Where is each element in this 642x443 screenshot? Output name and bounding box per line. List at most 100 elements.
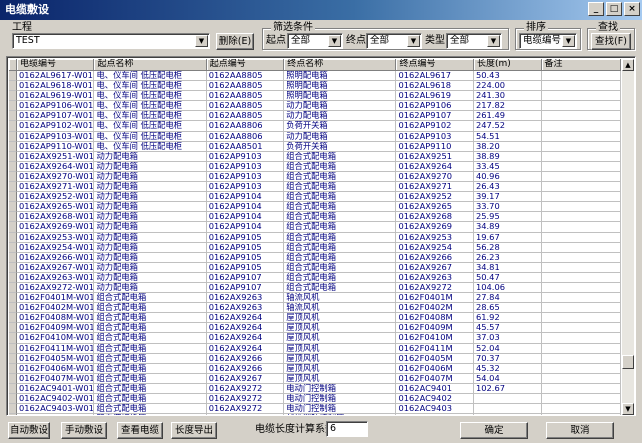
column-header[interactable]: 终点名称: [284, 59, 397, 71]
table-row[interactable]: 0162F0409M-W01 组合式配电箱 0162AX9264 屋顶风机 0162F0…: [9, 323, 621, 334]
auto-lay-button[interactable]: 自动敷设: [8, 422, 50, 439]
table-row[interactable]: 0162AP9107-W01 电、仪车间 低压配电柜 0162AA8805 动力配电箱…: [9, 111, 621, 122]
column-header[interactable]: 起点编号: [206, 59, 285, 71]
chevron-down-icon[interactable]: ▼: [195, 35, 208, 47]
coef-input[interactable]: 6: [326, 421, 368, 437]
row-selector[interactable]: [9, 182, 17, 193]
vertical-scrollbar[interactable]: ▲ ▼: [622, 59, 634, 415]
row-selector[interactable]: [9, 131, 17, 142]
table-row[interactable]: 0162AX9269-W01 动力配电箱 0162AP9104 组合式配电箱 0162A…: [9, 222, 621, 233]
scroll-down-icon[interactable]: ▼: [622, 403, 634, 415]
table-row[interactable]: 0162AP9106-W01 电、仪车间 低压配电柜 0162AA8805 动力配电箱…: [9, 101, 621, 112]
search-button[interactable]: 查找(F): [591, 33, 631, 50]
row-selector[interactable]: [9, 91, 17, 102]
scroll-up-icon[interactable]: ▲: [622, 59, 634, 71]
project-select[interactable]: TEST ▼: [12, 33, 210, 49]
row-selector[interactable]: [9, 71, 17, 82]
column-header[interactable]: 备注: [541, 59, 622, 71]
manual-lay-button[interactable]: 手动敷设: [61, 422, 107, 439]
table-row[interactable]: 0162AX9266-W01 动力配电箱 0162AP9105 组合式配电箱 0162A…: [9, 252, 621, 263]
export-length-button[interactable]: 长度导出: [171, 422, 217, 439]
table-row[interactable]: 0162AP9102-W01 电、仪车间 低压配电柜 0162AA8806 负荷开关箱…: [9, 121, 621, 132]
table-row[interactable]: 0162AL9618-W01 电、仪车间 低压配电柜 0162AA8805 照明配电箱…: [9, 81, 621, 92]
row-selector[interactable]: [9, 272, 17, 283]
table-row[interactable]: 0162AX9252-W01 动力配电箱 0162AP9104 组合式配电箱 0162A…: [9, 192, 621, 203]
chevron-down-icon[interactable]: ▼: [328, 35, 341, 47]
row-selector[interactable]: [9, 242, 17, 253]
column-header[interactable]: 电缆编号: [16, 59, 95, 71]
cable-table[interactable]: 电缆编号 起点名称 起点编号 终点名称 终点编号 长度(m) 备注 0162AL…: [6, 56, 636, 416]
row-selector[interactable]: [9, 151, 17, 162]
row-selector[interactable]: [9, 414, 17, 415]
table-row[interactable]: 0162AC9403-W01 组合式配电箱 0162AX9272 电动门控制箱 0162…: [9, 404, 621, 415]
minimize-button[interactable]: _: [588, 2, 604, 16]
table-row[interactable]: 0162AX9267-W01 动力配电箱 0162AP9105 组合式配电箱 0162A…: [9, 262, 621, 273]
table-row[interactable]: 0162AL9619-W01 电、仪车间 低压配电柜 0162AA8805 照明配电箱…: [9, 91, 621, 102]
table-row[interactable]: 0162AX9264-W01 动力配电箱 0162AP9103 组合式配电箱 0162A…: [9, 161, 621, 172]
table-row[interactable]: 0162F0407M-W01 组合式配电箱 0162AX9267 屋顶风机 0162F0…: [9, 373, 621, 384]
row-selector[interactable]: [9, 353, 17, 364]
row-selector[interactable]: [9, 252, 17, 263]
table-row[interactable]: 0162AX9253-W01 动力配电箱 0162AP9105 组合式配电箱 0162A…: [9, 232, 621, 243]
table-row[interactable]: 0162F0401M-W01 组合式配电箱 0162AX9263 轴流风机 0162F0…: [9, 293, 621, 304]
row-selector[interactable]: [9, 404, 17, 415]
row-selector[interactable]: [9, 262, 17, 273]
table-row[interactable]: 0162F0408M-W01 组合式配电箱 0162AX9264 屋顶风机 0162F0…: [9, 313, 621, 324]
cancel-button[interactable]: 取消: [546, 422, 614, 439]
row-selector[interactable]: [9, 161, 17, 172]
row-selector[interactable]: [9, 212, 17, 223]
window-titlebar[interactable]: 电缆敷设 _ □ ×: [0, 0, 642, 20]
row-selector[interactable]: [9, 303, 17, 314]
table-row[interactable]: 0162AP9110-W01 电、仪车间 低压配电柜 0162AA8501 负荷开关箱…: [9, 141, 621, 152]
row-selector[interactable]: [9, 333, 17, 344]
row-selector[interactable]: [9, 363, 17, 374]
table-row[interactable]: 0162AX9272-W01 动力配电箱 0162AP9107 组合式配电箱 0162A…: [9, 282, 621, 294]
row-selector[interactable]: [9, 202, 17, 213]
close-button[interactable]: ×: [624, 2, 640, 16]
row-selector[interactable]: [9, 192, 17, 203]
row-selector[interactable]: [9, 394, 17, 405]
row-selector[interactable]: [9, 343, 17, 354]
type-select[interactable]: 全部 ▼: [446, 33, 502, 49]
table-row[interactable]: 0162AC9402-W01 组合式配电箱 0162AX9272 电动门控制箱 0162…: [9, 394, 621, 405]
sort-select[interactable]: 电缆编号 ▼: [519, 33, 577, 49]
table-row[interactable]: 0162AX9271-W01 动力配电箱 0162AP9103 组合式配电箱 0162A…: [9, 182, 621, 193]
row-selector[interactable]: [9, 383, 17, 394]
row-selector[interactable]: [9, 81, 17, 92]
row-selector[interactable]: [9, 293, 17, 304]
row-selector[interactable]: [9, 282, 17, 294]
row-selector[interactable]: [9, 111, 17, 122]
column-header[interactable]: 长度(m): [473, 59, 542, 71]
start-select[interactable]: 全部 ▼: [287, 33, 343, 49]
chevron-down-icon[interactable]: ▼: [487, 35, 500, 47]
row-selector[interactable]: [9, 101, 17, 112]
chevron-down-icon[interactable]: ▼: [562, 35, 575, 47]
chevron-down-icon[interactable]: ▼: [407, 35, 420, 47]
scroll-thumb[interactable]: [622, 355, 634, 369]
ok-button[interactable]: 确定: [460, 422, 528, 439]
maximize-button[interactable]: □: [606, 2, 622, 16]
table-row[interactable]: 0162AX9254-W01 动力配电箱 0162AP9105 组合式配电箱 0162A…: [9, 242, 621, 253]
table-row[interactable]: 0162AC9401-W01 组合式配电箱 0162AX9272 电动门控制箱 0162…: [9, 383, 621, 394]
table-row[interactable]: 0162AX9270-W01 动力配电箱 0162AP9103 组合式配电箱 0162A…: [9, 171, 621, 183]
view-cable-button[interactable]: 查看电缆: [117, 422, 163, 439]
row-selector[interactable]: [9, 171, 17, 183]
delete-button[interactable]: 删除(E): [216, 33, 254, 50]
column-header[interactable]: 起点名称: [94, 59, 207, 71]
row-selector[interactable]: [9, 323, 17, 334]
table-row[interactable]: 0162AL9617-W01 电、仪车间 低压配电柜 0162AA8805 照明配电箱…: [9, 71, 621, 82]
table-row[interactable]: 0162F0402M-W01 组合式配电箱 0162AX9263 轴流风机 0162F0…: [9, 303, 621, 314]
table-row[interactable]: 0162AX9263-W01 动力配电箱 0162AP9107 组合式配电箱 0162A…: [9, 272, 621, 283]
row-selector[interactable]: [9, 222, 17, 233]
row-selector[interactable]: [9, 373, 17, 384]
end-select[interactable]: 全部 ▼: [366, 33, 422, 49]
table-row[interactable]: 0162AX9268-W01 动力配电箱 0162AP9104 组合式配电箱 0162A…: [9, 212, 621, 223]
row-selector[interactable]: [9, 121, 17, 132]
row-selector[interactable]: [9, 232, 17, 243]
table-row[interactable]: 0162AP9103-W01 电、仪车间 低压配电柜 0162AA8806 动力配电箱…: [9, 131, 621, 142]
table-row[interactable]: 0162F0411M-W01 组合式配电箱 0162AX9264 屋顶风机 0162F0…: [9, 343, 621, 354]
table-row[interactable]: 0162AX9251-W01 动力配电箱 0162AP9103 组合式配电箱 0162A…: [9, 151, 621, 162]
table-row[interactable]: 0162F0410M-W01 组合式配电箱 0162AX9264 屋顶风机 0162F0…: [9, 333, 621, 344]
table-row[interactable]: 0162F0403M-W21双电源切换箱0162APE9751就地消防控制箱01…: [9, 414, 621, 415]
row-selector[interactable]: [9, 313, 17, 324]
